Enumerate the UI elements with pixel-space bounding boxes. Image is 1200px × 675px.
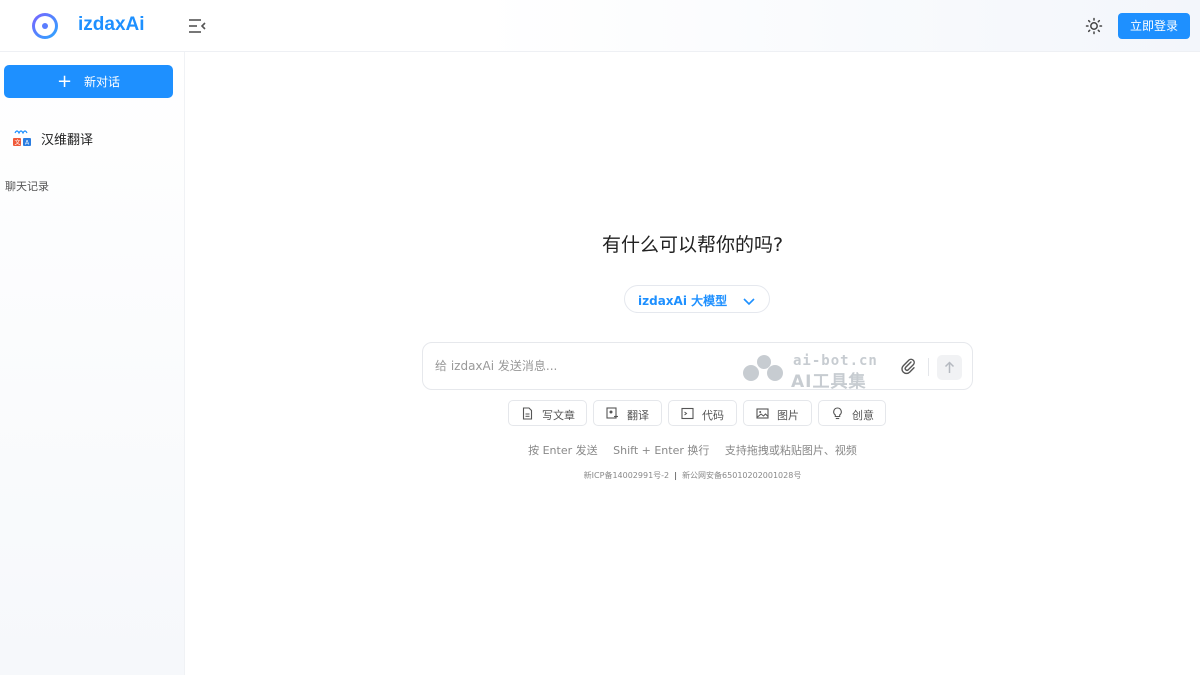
police-record-link[interactable]: 新公网安备65010202001028号 [682,471,801,480]
top-bar: izdaxAi 立即登录 [0,0,1200,52]
quick-action-label: 图片 [777,407,799,423]
translate-app-icon: 文 A [12,128,32,148]
arrow-up-icon [937,355,962,380]
quick-action-write[interactable]: 写文章 [508,400,587,426]
footer-separator: | [674,471,677,480]
sidebar-item-translate[interactable]: 文 A 汉维翻译 [12,126,182,150]
brand-name[interactable]: izdaxAi [78,14,145,36]
input-hints: 按 Enter 发送 Shift + Enter 换行 支持拖拽或粘贴图片、视频 [185,442,1200,458]
quick-action-label: 翻译 [627,407,649,423]
chat-history-heading: 聊天记录 [5,178,49,194]
hint-upload: 支持拖拽或粘贴图片、视频 [725,444,857,457]
new-chat-button[interactable]: + 新对话 [4,65,173,98]
message-input[interactable] [435,355,735,377]
menu-collapse-icon[interactable] [186,16,208,36]
login-button[interactable]: 立即登录 [1118,13,1190,39]
send-button[interactable] [937,355,962,380]
chevron-down-icon [742,293,756,307]
message-input-box: ai-bot.cn AI工具集 [422,342,973,390]
quick-action-label: 写文章 [542,407,575,423]
quick-action-code[interactable]: 代码 [668,400,737,426]
main-panel: 有什么可以帮你的吗? izdaxAi 大模型 ai-bot.cn AI工具集 [185,52,1200,675]
sun-icon[interactable] [1083,15,1105,37]
hint-newline: Shift + Enter 换行 [613,444,709,457]
watermark: ai-bot.cn AI工具集 [741,353,881,387]
watermark-logo-icon [741,353,787,383]
terminal-icon [681,407,694,420]
sidebar-item-label: 汉维翻译 [41,129,93,148]
image-icon [756,407,769,420]
svg-text:文: 文 [15,139,21,147]
input-divider [928,358,929,376]
page-title: 有什么可以帮你的吗? [185,230,1200,257]
footer-records: 新ICP备14002991号-2 | 新公网安备65010202001028号 [185,470,1200,481]
paperclip-icon[interactable] [899,357,917,375]
watermark-title: AI工具集 [791,367,866,392]
quick-action-idea[interactable]: 创意 [818,400,886,426]
translate-icon [606,407,619,420]
quick-action-translate[interactable]: 翻译 [593,400,662,426]
quick-action-label: 代码 [702,407,724,423]
sidebar: + 新对话 文 A 汉维翻译 聊天记录 [0,52,185,675]
quick-action-image[interactable]: 图片 [743,400,812,426]
model-select-label: izdaxAi 大模型 [638,292,727,309]
quick-action-label: 创意 [852,407,874,423]
lightbulb-icon [831,407,844,420]
document-icon [521,407,534,420]
logo-circle-icon[interactable] [32,13,58,39]
new-chat-label: 新对话 [84,75,120,89]
hint-send: 按 Enter 发送 [528,444,598,457]
plus-icon: + [57,71,72,92]
model-select[interactable]: izdaxAi 大模型 [624,285,770,313]
icp-link[interactable]: 新ICP备14002991号-2 [584,471,669,480]
